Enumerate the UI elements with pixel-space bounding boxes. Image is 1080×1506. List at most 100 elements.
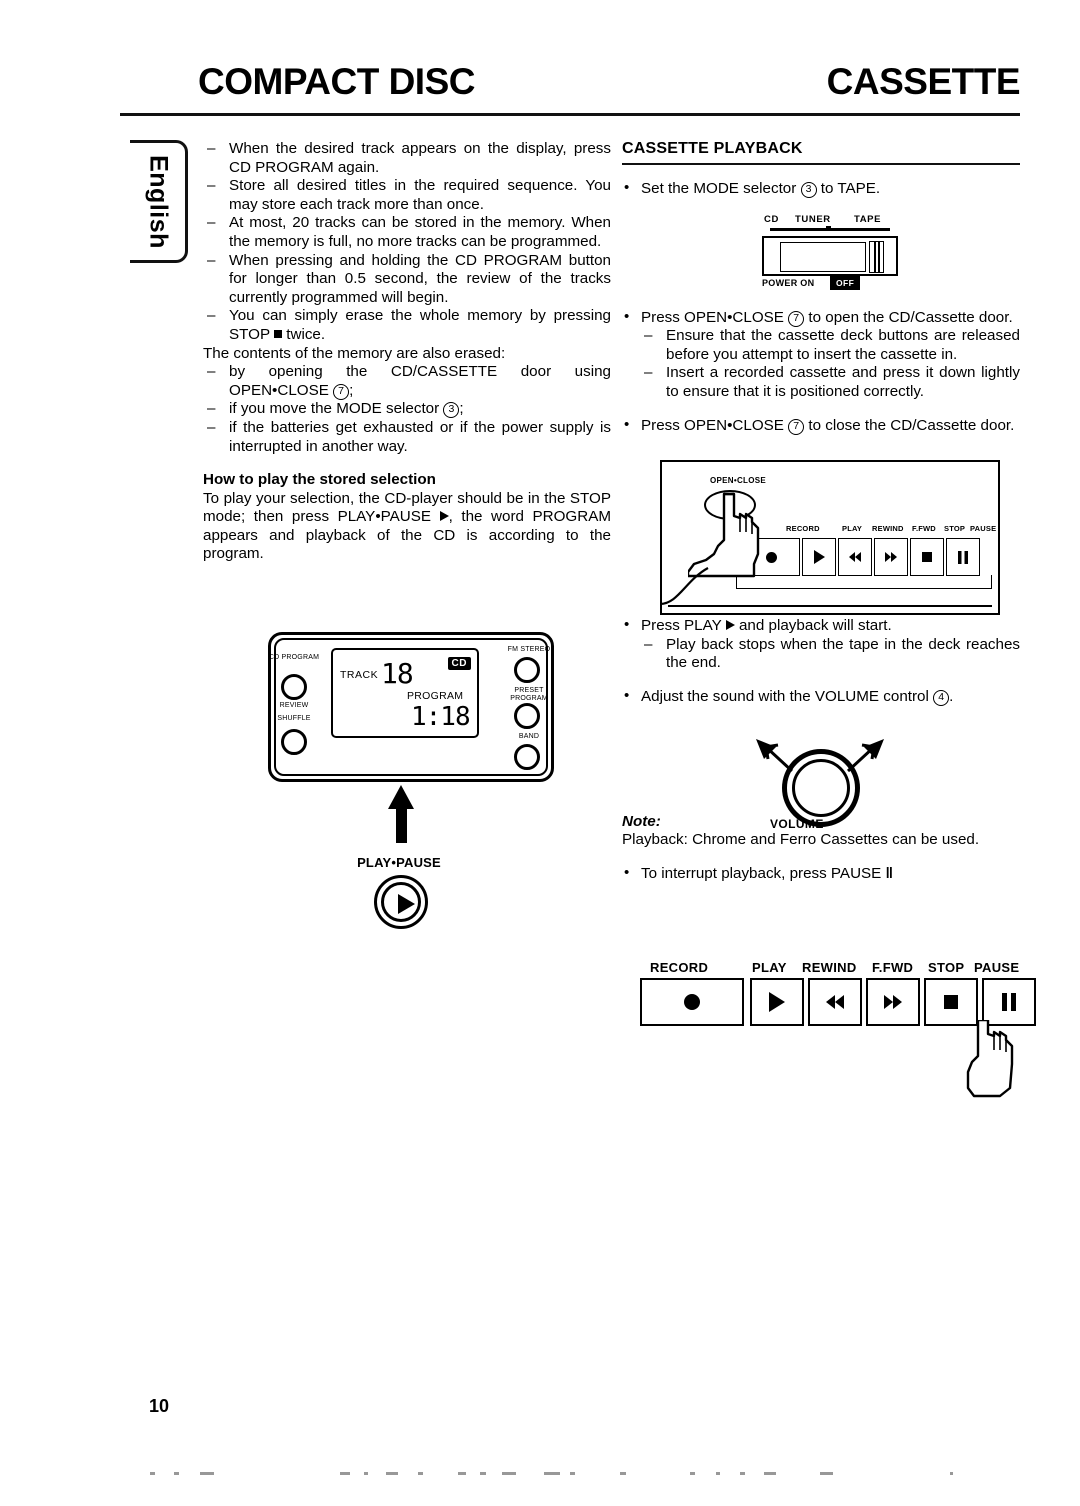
list-item-text: by opening the CD/CASSETTE door using OP… <box>229 363 611 399</box>
play-triangle-icon <box>725 620 735 631</box>
volume-rotate-left-arrow-icon <box>748 733 796 786</box>
bullet-text-tail: to TAPE. <box>820 180 881 198</box>
bullet-text: Press PLAY <box>641 617 722 635</box>
bullet-press-play: Press PLAY and playback will start. <box>622 616 1020 636</box>
button-row-labels: RECORD PLAY REWIND F.FWD STOP PAUSE <box>640 960 1020 976</box>
ffwd-button[interactable] <box>866 978 920 1026</box>
lcd-program-label: PROGRAM <box>407 690 464 702</box>
label-ffwd: F.FWD <box>872 960 914 975</box>
page-header: COMPACT DISC CASSETTE <box>120 58 1021 120</box>
page-number: 10 <box>149 1396 170 1416</box>
label-record: RECORD <box>650 960 709 975</box>
deck-label-ffwd: F.FWD <box>912 524 936 533</box>
rewind-icon <box>826 995 844 1009</box>
volume-knob-diagram: VOLUME <box>756 739 884 837</box>
band-knob[interactable] <box>514 744 540 770</box>
band-knob-label: BAND <box>518 733 540 740</box>
header-title-right: CASSETTE <box>826 61 1021 102</box>
list-item-text: Play back stops when the tape in the dec… <box>666 635 1020 672</box>
circled-number-7-icon: 7 <box>333 383 350 400</box>
record-dot-icon <box>684 994 700 1010</box>
pointing-up-arrow-icon <box>388 785 414 843</box>
list-item: by opening the CD/CASSETTE door using OP… <box>203 363 611 400</box>
list-item: Ensure that the cassette deck buttons ar… <box>642 327 1020 364</box>
deck-pause-button[interactable] <box>946 538 980 576</box>
shuffle-knob[interactable] <box>281 729 307 755</box>
bullet-set-mode: Set the MODE selector 3 to TAPE. <box>622 179 1020 199</box>
label-play: PLAY <box>752 960 787 975</box>
bullet-adjust-volume: Adjust the sound with the VOLUME control… <box>622 687 1020 707</box>
list-item-text: At most, 20 tracks can be stored in the … <box>229 214 611 250</box>
label-stop: STOP <box>928 960 965 975</box>
bullet-text: Set the MODE selector <box>641 180 797 198</box>
list-item: Insert a recorded cassette and press it … <box>642 364 1020 401</box>
list-item-text: if the batteries get exhausted or if the… <box>229 418 611 455</box>
mode-switch-face <box>780 242 866 272</box>
stop-square-icon <box>922 552 932 562</box>
pressing-hand-icon-bottom <box>966 1020 1044 1100</box>
play-button[interactable] <box>750 978 804 1026</box>
deck-rewind-button[interactable] <box>838 538 872 576</box>
bullet-text: Adjust the sound with the VOLUME control <box>641 688 929 706</box>
bullet-text: Press OPEN•CLOSE <box>641 308 784 326</box>
list-item: At most, 20 tracks can be stored in the … <box>203 214 611 251</box>
list-item: Play back stops when the tape in the dec… <box>642 636 1020 673</box>
circled-number-7-icon: 7 <box>788 310 805 327</box>
deck-open-close-label: OPEN•CLOSE <box>710 476 767 485</box>
mode-switch-slider[interactable] <box>869 241 884 273</box>
rewind-button[interactable] <box>808 978 862 1026</box>
how-to-play-heading: How to play the stored selection <box>203 471 436 489</box>
pause-bars-icon <box>1002 993 1016 1011</box>
arrow-shaft <box>396 805 407 843</box>
list-item: When the desired track appears on the di… <box>203 140 611 177</box>
list-item-text-tail: twice. <box>286 325 326 343</box>
play-pause-button[interactable] <box>374 875 428 929</box>
header-divider <box>120 113 1020 116</box>
scan-noise-artifact <box>150 1472 980 1478</box>
bullet-text-tail: . <box>949 688 954 706</box>
volume-label: VOLUME <box>770 817 824 831</box>
cd-program-knob-label: CD PROGRAM <box>268 654 320 661</box>
preset-program-knob-label: PRESET PROGRAM <box>510 687 548 702</box>
circled-number-4-icon: 4 <box>933 690 950 707</box>
deck-label-stop: STOP <box>944 524 966 533</box>
fm-stereo-knob[interactable] <box>514 657 540 683</box>
fast-forward-icon <box>885 552 897 562</box>
deck-label-pause: PAUSE <box>970 524 997 533</box>
lcd-time-value: 1:18 <box>411 702 471 732</box>
list-item: if the batteries get exhausted or if the… <box>203 419 611 456</box>
pause-bars-icon: ‖ <box>885 864 894 882</box>
record-button[interactable] <box>640 978 744 1026</box>
how-to-play-paragraph: To play your selection, the CD-player sh… <box>203 490 611 564</box>
deck-stop-button[interactable] <box>910 538 944 576</box>
preset-program-knob[interactable] <box>514 703 540 729</box>
deck-label-rewind: REWIND <box>872 524 904 533</box>
circled-number-3-icon: 3 <box>443 402 460 419</box>
cd-lcd-display: TRACK 18 CD PROGRAM 1:18 <box>331 648 479 738</box>
review-knob-label: REVIEW <box>279 702 309 709</box>
list-item: When pressing and holding the CD PROGRAM… <box>203 252 611 308</box>
deck-ffwd-button[interactable] <box>874 538 908 576</box>
list-item-erase: You can simply erase the whole memory by… <box>203 307 611 344</box>
list-item-text-tail: ; <box>349 381 354 399</box>
circled-number-3-icon: 3 <box>800 182 817 199</box>
stop-square-icon <box>944 995 958 1009</box>
cassette-button-row <box>640 978 1036 1034</box>
pause-bars-icon <box>958 550 968 564</box>
list-item: if you move the MODE selector 3; <box>203 400 611 419</box>
cd-program-knob[interactable] <box>281 674 307 700</box>
mode-switch-body[interactable] <box>762 236 898 276</box>
stop-button[interactable] <box>924 978 978 1026</box>
power-off-label: OFF <box>830 276 861 290</box>
header-title-left: COMPACT DISC <box>198 61 475 102</box>
bullet-text: To interrupt playback, press PAUSE <box>641 864 882 882</box>
cd-front-panel-illustration: TRACK 18 CD PROGRAM 1:18 CD PROGRAM REVI… <box>268 632 554 782</box>
pause-button[interactable] <box>982 978 1036 1026</box>
play-pause-label: PLAY•PAUSE <box>357 855 441 870</box>
volume-inner-ring <box>792 759 850 817</box>
memory-erased-intro: The contents of the memory are also eras… <box>203 344 506 362</box>
list-item-text: Ensure that the cassette deck buttons ar… <box>666 327 1020 363</box>
